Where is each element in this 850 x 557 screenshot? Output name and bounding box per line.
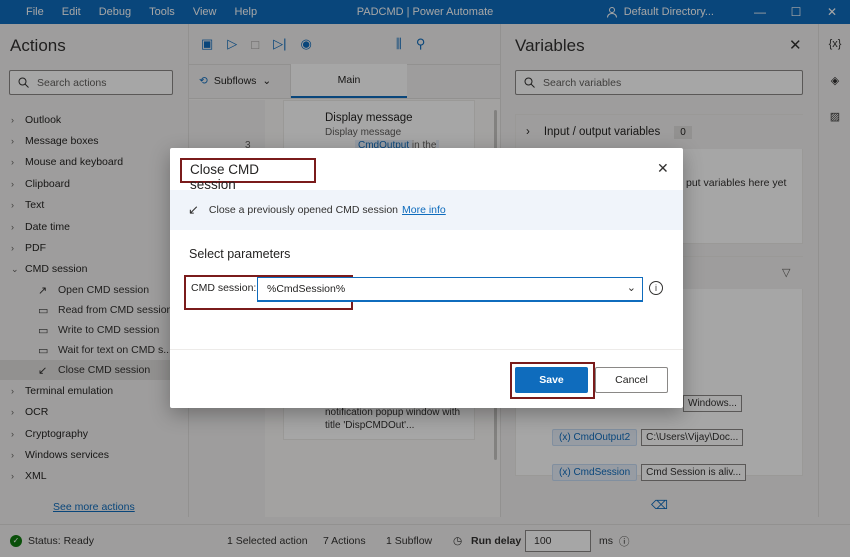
close-icon[interactable]: ✕	[657, 160, 669, 177]
save-button[interactable]: Save	[515, 367, 588, 393]
close-arrow-icon: ↙	[188, 202, 199, 217]
cmd-session-select[interactable]: %CmdSession% ⌄	[257, 277, 643, 302]
cmd-session-label: CMD session:	[191, 282, 257, 294]
close-cmd-session-dialog: Close CMD session ✕ ↙ Close a previously…	[170, 148, 683, 408]
cancel-button[interactable]: Cancel	[595, 367, 668, 393]
description-text: Close a previously opened CMD session	[208, 204, 398, 216]
more-info-link[interactable]: More info	[402, 204, 446, 216]
dialog-description: ↙ Close a previously opened CMD session …	[170, 190, 683, 230]
dialog-title: Close CMD session	[180, 158, 316, 192]
section-title: Select parameters	[189, 247, 291, 261]
divider	[170, 349, 683, 350]
cmd-session-value: %CmdSession%	[267, 283, 346, 295]
info-icon[interactable]: i	[649, 281, 663, 295]
chevron-down-icon: ⌄	[626, 282, 636, 294]
